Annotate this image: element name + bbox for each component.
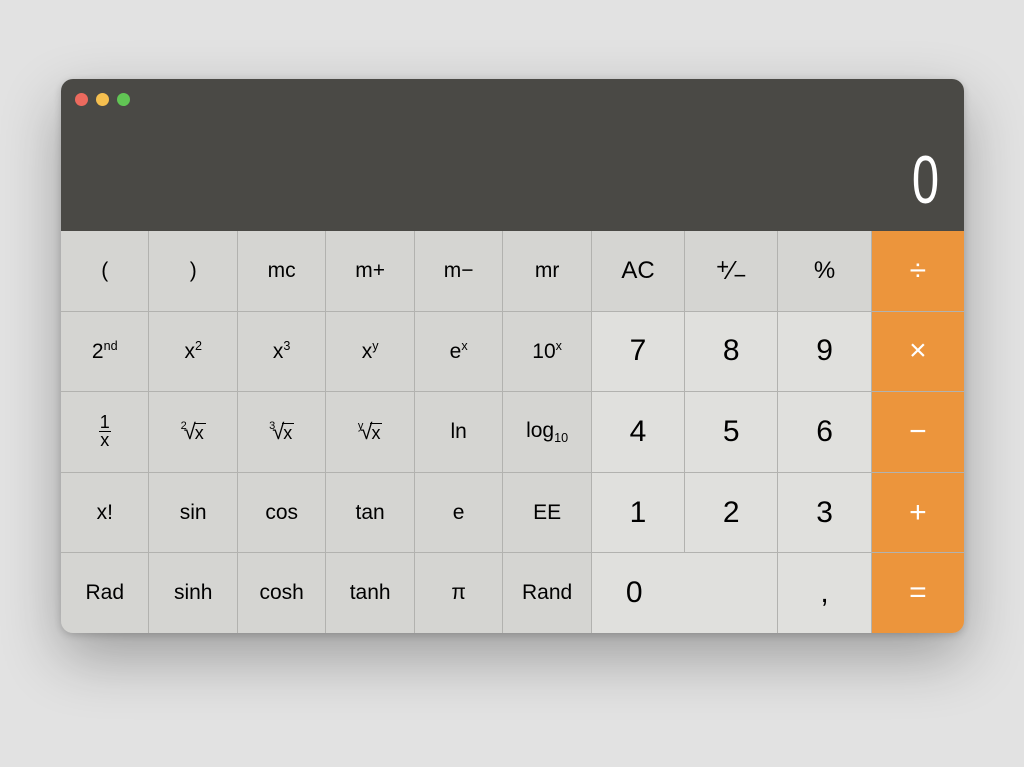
seven-button[interactable]: 7: [592, 312, 684, 392]
rparen-button[interactable]: ): [149, 231, 236, 311]
decimal-button[interactable]: ,: [778, 553, 870, 633]
window-controls: [75, 93, 130, 106]
second-button[interactable]: 2nd: [61, 312, 148, 392]
zero-button[interactable]: 0: [592, 553, 778, 633]
plus-minus-plus: +: [716, 254, 729, 279]
keypad: ( ) mc m+ m− mr AC +⁄− % ÷ 2nd x2 x3 xy …: [61, 231, 964, 633]
calculator-window: 0 ( ) mc m+ m− mr AC +⁄− % ÷ 2nd x2 x3 x…: [61, 79, 964, 633]
minimize-icon[interactable]: [96, 93, 109, 106]
ac-button[interactable]: AC: [592, 231, 684, 311]
cosh-button[interactable]: cosh: [238, 553, 325, 633]
nine-button[interactable]: 9: [778, 312, 870, 392]
e-pow-x-button[interactable]: ex: [415, 312, 502, 392]
minus-button[interactable]: −: [872, 392, 964, 472]
close-icon[interactable]: [75, 93, 88, 106]
log10-button[interactable]: log10: [503, 392, 590, 472]
cos-button[interactable]: cos: [238, 473, 325, 553]
mr-button[interactable]: mr: [503, 231, 590, 311]
sin-button[interactable]: sin: [149, 473, 236, 553]
plus-button[interactable]: +: [872, 473, 964, 553]
plus-minus-minus: −: [733, 263, 746, 288]
one-button[interactable]: 1: [592, 473, 684, 553]
x-pow-y-button[interactable]: xy: [326, 312, 413, 392]
titlebar: 0: [61, 79, 964, 231]
e-button[interactable]: e: [415, 473, 502, 553]
multiply-button[interactable]: ×: [872, 312, 964, 392]
five-button[interactable]: 5: [685, 392, 777, 472]
sqrt-button[interactable]: 2√x: [149, 392, 236, 472]
ee-button[interactable]: EE: [503, 473, 590, 553]
three-button[interactable]: 3: [778, 473, 870, 553]
four-button[interactable]: 4: [592, 392, 684, 472]
tanh-button[interactable]: tanh: [326, 553, 413, 633]
rad-button[interactable]: Rad: [61, 553, 148, 633]
rand-button[interactable]: Rand: [503, 553, 590, 633]
plus-minus-button[interactable]: +⁄−: [685, 231, 777, 311]
two-button[interactable]: 2: [685, 473, 777, 553]
percent-button[interactable]: %: [778, 231, 870, 311]
tan-button[interactable]: tan: [326, 473, 413, 553]
yroot-button[interactable]: y√x: [326, 392, 413, 472]
x-cubed-button[interactable]: x3: [238, 312, 325, 392]
eight-button[interactable]: 8: [685, 312, 777, 392]
zoom-icon[interactable]: [117, 93, 130, 106]
mplus-button[interactable]: m+: [326, 231, 413, 311]
divide-button[interactable]: ÷: [872, 231, 964, 311]
factorial-button[interactable]: x!: [61, 473, 148, 553]
lparen-button[interactable]: (: [61, 231, 148, 311]
pi-button[interactable]: π: [415, 553, 502, 633]
cbrt-button[interactable]: 3√x: [238, 392, 325, 472]
equals-button[interactable]: =: [872, 553, 964, 633]
sinh-button[interactable]: sinh: [149, 553, 236, 633]
ln-button[interactable]: ln: [415, 392, 502, 472]
six-button[interactable]: 6: [778, 392, 870, 472]
x-squared-button[interactable]: x2: [149, 312, 236, 392]
inverse-button[interactable]: 1x: [61, 392, 148, 472]
display-value: 0: [912, 141, 940, 219]
mc-button[interactable]: mc: [238, 231, 325, 311]
mminus-button[interactable]: m−: [415, 231, 502, 311]
ten-pow-x-button[interactable]: 10x: [503, 312, 590, 392]
